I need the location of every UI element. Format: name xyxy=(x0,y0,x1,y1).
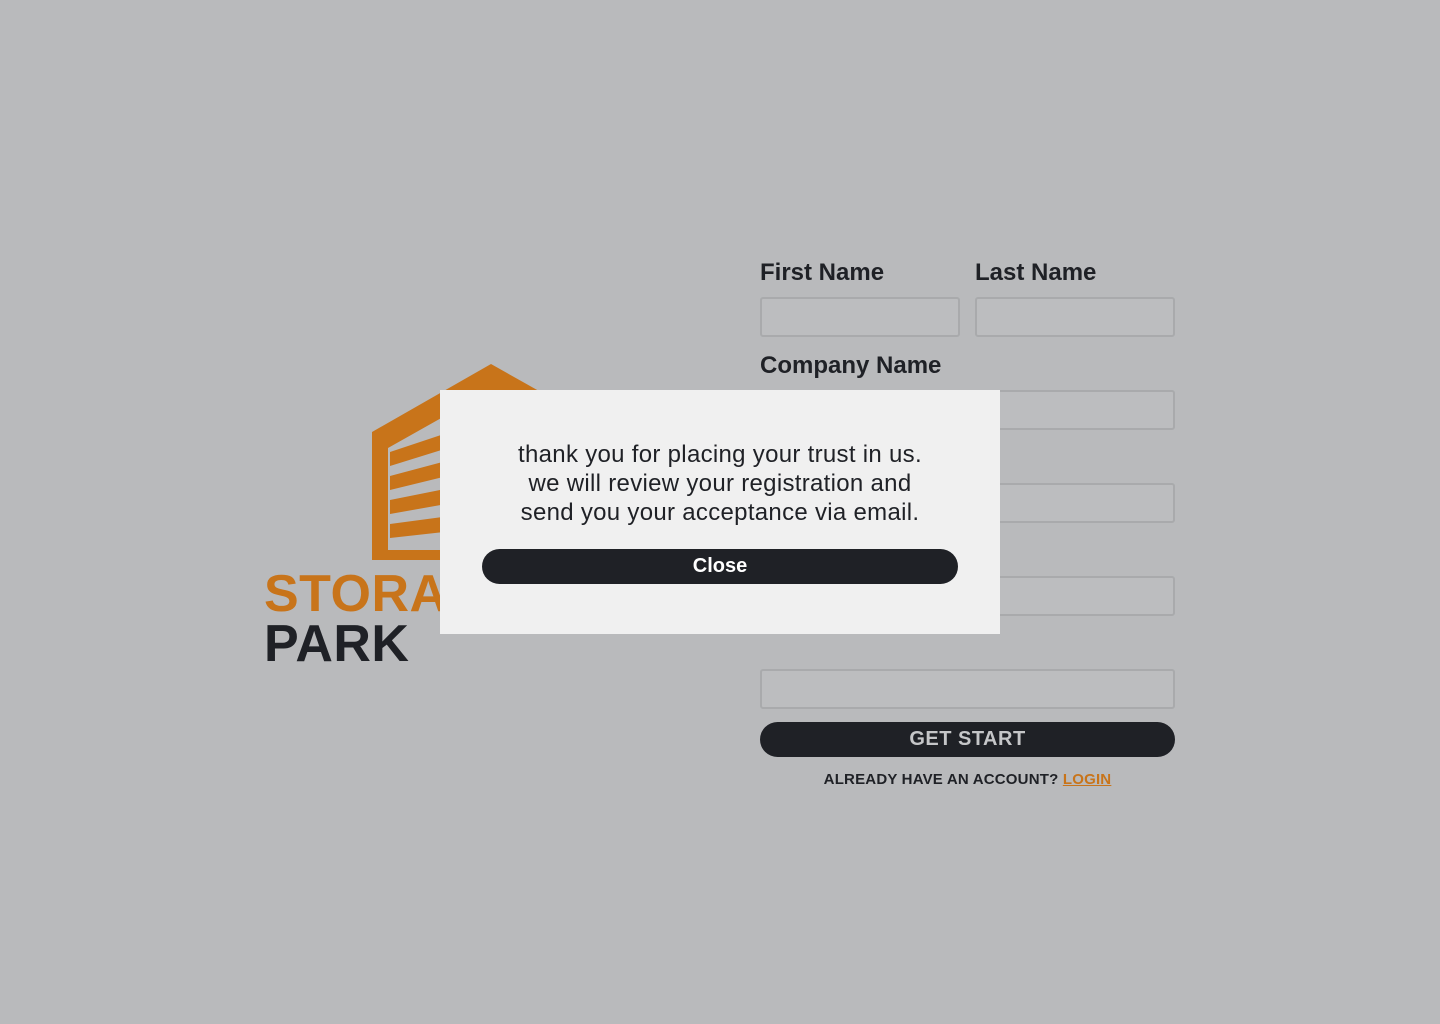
account-prompt-text: ALREADY HAVE AN ACCOUNT? xyxy=(823,771,1059,788)
first-name-input[interactable] xyxy=(760,297,960,337)
brand-word-bottom: PARK xyxy=(264,615,410,673)
last-name-group: Last Name xyxy=(975,256,1175,337)
login-prompt: ALREADY HAVE AN ACCOUNT? LOGIN xyxy=(760,771,1175,788)
company-name-label: Company Name xyxy=(760,352,942,379)
close-button[interactable]: Close xyxy=(482,549,958,584)
field-group-5 xyxy=(760,628,1175,709)
get-start-button[interactable]: GET START xyxy=(760,722,1175,757)
field-5-input[interactable] xyxy=(760,669,1175,709)
last-name-label: Last Name xyxy=(975,259,1097,286)
registration-page: STORAGE PARK First Name Last Name Compan… xyxy=(0,0,1440,1024)
modal-message: thank you for placing your trust in us. … xyxy=(518,441,922,526)
confirmation-modal: thank you for placing your trust in us. … xyxy=(440,390,1000,634)
name-row: First Name Last Name xyxy=(760,256,1175,337)
first-name-group: First Name xyxy=(760,256,960,337)
first-name-label: First Name xyxy=(760,259,885,286)
last-name-input[interactable] xyxy=(975,297,1175,337)
login-link[interactable]: LOGIN xyxy=(1063,771,1112,788)
